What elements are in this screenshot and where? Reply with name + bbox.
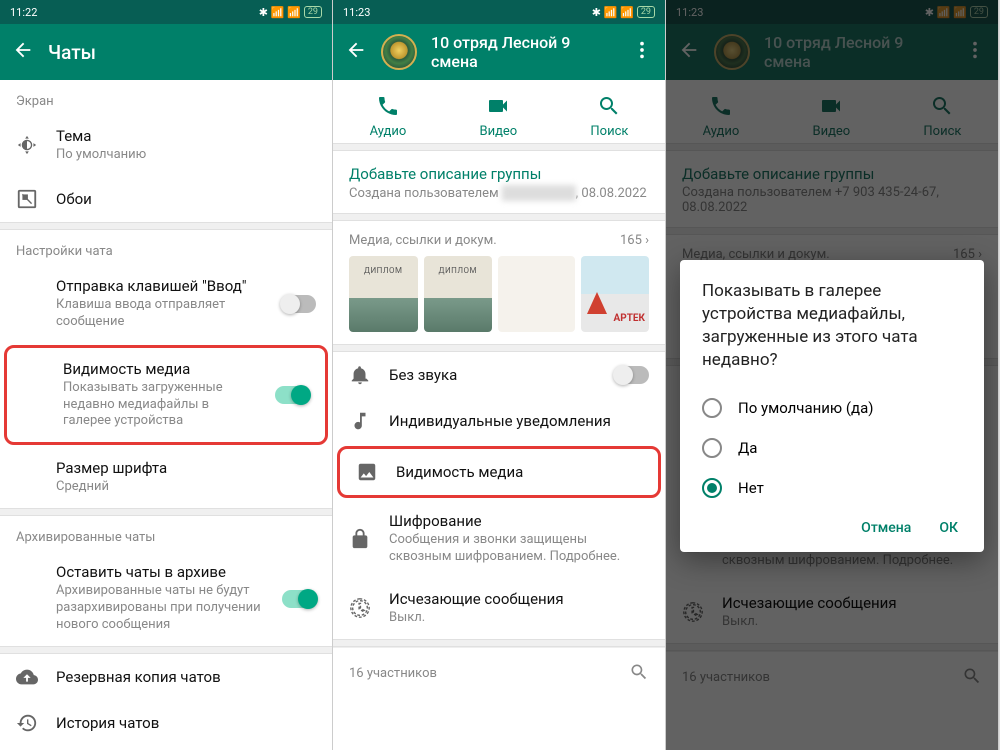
group-avatar[interactable]	[381, 34, 417, 70]
audio-label: Аудио	[370, 124, 407, 139]
created-info: Создана пользователем ████████, 08.08.20…	[333, 185, 665, 213]
enter-send-sub: Клавиша ввода отправляет сообщение	[56, 297, 264, 331]
option-yes[interactable]: Да	[702, 428, 962, 468]
keep-archived-toggle[interactable]	[282, 590, 316, 608]
history-icon	[16, 712, 38, 734]
theme-sub: По умолчанию	[56, 147, 316, 164]
theme-row[interactable]: Тема По умолчанию	[0, 115, 332, 176]
image-icon	[356, 461, 378, 483]
section-archived: Архивированные чаты	[0, 516, 332, 551]
media-vis-sub: Показывать загруженные недавно медиафайл…	[63, 380, 257, 431]
encryption-title: Шифрование	[389, 512, 649, 530]
enter-send-title: Отправка клавишей "Ввод"	[56, 277, 264, 295]
more-icon[interactable]	[631, 39, 653, 65]
status-time: 11:23	[343, 6, 592, 19]
media-count[interactable]: 165 ›	[620, 233, 649, 248]
history-row[interactable]: История чатов	[0, 700, 332, 746]
ok-button[interactable]: ОК	[939, 520, 958, 536]
keep-archived-title: Оставить чаты в архиве	[56, 563, 264, 581]
radio-icon[interactable]	[702, 478, 722, 498]
media-vis-toggle[interactable]	[275, 386, 309, 404]
video-action[interactable]: Видео	[479, 94, 517, 139]
section-screen: Экран	[0, 80, 332, 115]
status-icons: ✱ 📶 📶29	[592, 6, 655, 19]
disappearing-row[interactable]: Исчезающие сообщения Выкл.	[333, 578, 665, 639]
media-vis-label: Видимость медиа	[396, 463, 642, 481]
cancel-button[interactable]: Отмена	[861, 520, 911, 536]
timer-icon	[349, 597, 371, 619]
wallpaper-label: Обои	[56, 190, 316, 208]
media-header: Медиа, ссылки и докум.	[349, 233, 497, 248]
mute-label: Без звука	[389, 366, 597, 384]
search-participants-icon[interactable]	[629, 662, 649, 686]
back-icon[interactable]	[345, 39, 367, 65]
status-icons: ✱ 📶 📶29	[259, 6, 322, 19]
disappearing-sub: Выкл.	[389, 610, 649, 627]
dialog-title: Показывать в галерее устройства медиафай…	[702, 280, 962, 372]
note-icon	[349, 410, 371, 432]
cloud-icon	[16, 666, 38, 688]
enter-send-row[interactable]: Отправка клавишей "Ввод" Клавиша ввода о…	[0, 265, 332, 343]
mute-toggle[interactable]	[615, 366, 649, 384]
option-yes-label: Да	[738, 439, 757, 457]
section-chat-settings: Настройки чата	[0, 230, 332, 265]
wallpaper-icon	[16, 188, 38, 210]
media-thumbnails[interactable]	[333, 256, 665, 344]
thumbnail[interactable]	[581, 256, 650, 332]
page-title: Чаты	[48, 41, 320, 64]
media-visibility-dialog: Показывать в галерее устройства медиафай…	[680, 260, 984, 552]
search-label: Поиск	[590, 124, 628, 139]
media-visibility-row[interactable]: Видимость медиа Показывать загруженные н…	[7, 348, 325, 443]
radio-icon[interactable]	[702, 438, 722, 458]
custom-notif-label: Индивидуальные уведомления	[389, 412, 649, 430]
brightness-icon	[16, 134, 38, 156]
bell-icon	[349, 364, 371, 386]
video-label: Видео	[479, 124, 517, 139]
add-description[interactable]: Добавьте описание группы	[333, 151, 665, 185]
mute-row[interactable]: Без звука	[333, 352, 665, 398]
disappearing-title: Исчезающие сообщения	[389, 590, 649, 608]
enter-send-toggle[interactable]	[282, 295, 316, 313]
backup-label: Резервная копия чатов	[56, 668, 316, 686]
encryption-row[interactable]: Шифрование Сообщения и звонки защищены с…	[333, 500, 665, 578]
keep-archived-sub: Архивированные чаты не будут разархивиро…	[56, 583, 264, 634]
option-default[interactable]: По умолчанию (да)	[702, 388, 962, 428]
back-icon[interactable]	[12, 39, 34, 65]
history-label: История чатов	[56, 714, 316, 732]
thumbnail[interactable]	[424, 256, 493, 332]
backup-row[interactable]: Резервная копия чатов	[0, 654, 332, 700]
status-time: 11:22	[10, 6, 259, 19]
option-no[interactable]: Нет	[702, 468, 962, 508]
media-visibility-row[interactable]: Видимость медиа	[340, 449, 658, 495]
option-default-label: По умолчанию (да)	[738, 399, 873, 417]
thumbnail[interactable]	[349, 256, 418, 332]
thumbnail[interactable]	[498, 256, 575, 332]
custom-notif-row[interactable]: Индивидуальные уведомления	[333, 398, 665, 444]
group-title[interactable]: 10 отряд Лесной 9 смена	[431, 33, 617, 71]
font-size-row[interactable]: Размер шрифта Средний	[0, 447, 332, 508]
font-size-sub: Средний	[56, 479, 316, 496]
lock-icon	[349, 528, 371, 550]
theme-title: Тема	[56, 127, 316, 145]
option-no-label: Нет	[738, 479, 764, 497]
media-vis-title: Видимость медиа	[63, 360, 257, 378]
wallpaper-row[interactable]: Обои	[0, 176, 332, 222]
search-action[interactable]: Поиск	[590, 94, 628, 139]
encryption-sub: Сообщения и звонки защищены сквозным шиф…	[389, 532, 649, 566]
radio-icon[interactable]	[702, 398, 722, 418]
audio-action[interactable]: Аудио	[370, 94, 407, 139]
participants-count: 16 участников	[349, 666, 437, 681]
keep-archived-row[interactable]: Оставить чаты в архиве Архивированные ча…	[0, 551, 332, 646]
font-size-title: Размер шрифта	[56, 459, 316, 477]
